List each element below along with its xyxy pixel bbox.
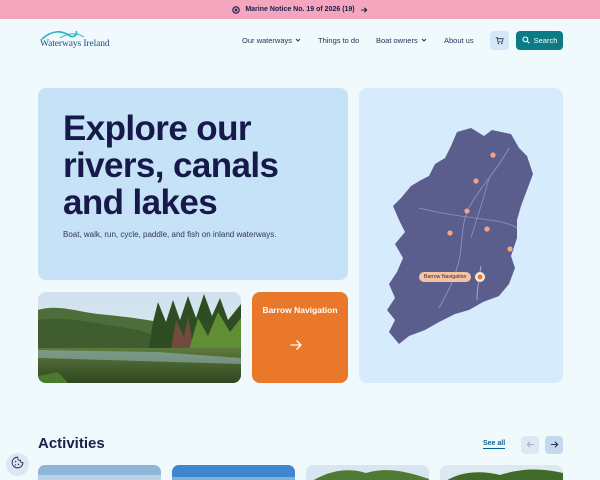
nav-things-to-do[interactable]: Things to do [318,36,359,45]
arrow-right-icon [289,338,303,357]
arrow-right-icon [550,436,559,454]
chevron-down-icon [295,36,301,45]
hero-title: Explore our rivers, canals and lakes [63,109,279,222]
activities-heading: Activities [38,435,105,452]
hero-subtitle: Boat, walk, run, cycle, paddle, and fish… [63,230,277,239]
carousel-next-button[interactable] [545,436,563,454]
warning-icon [232,5,241,14]
activity-card[interactable] [440,465,563,480]
cart-button[interactable] [490,31,509,50]
river-photo[interactable] [38,292,241,383]
hero-card: Explore our rivers, canals and lakes Boa… [38,88,348,280]
marine-notice-bar[interactable]: Marine Notice No. 19 of 2026 (19) [0,0,600,19]
search-icon [522,35,530,46]
nav-about-us[interactable]: About us [444,36,474,45]
barrow-navigation-title: Barrow Navigation [262,305,338,315]
carousel-prev-button[interactable] [521,436,539,454]
cookie-icon [11,456,24,474]
nav-label: Things to do [318,36,360,45]
arrow-left-icon [526,436,535,454]
activity-card[interactable] [38,465,161,480]
site-logo[interactable]: Waterways Ireland [40,28,120,54]
cart-icon [495,32,504,50]
nav-boat-owners[interactable]: Boat owners [376,36,427,45]
nav-label: Our waterways [242,36,293,45]
search-button[interactable]: Search [516,31,563,50]
nav-label: About us [444,36,474,45]
ireland-map-shape [387,128,533,344]
waterways-map[interactable]: Barrow Navigation [359,88,563,383]
map-label-barrow-navigation[interactable]: Barrow Navigation [419,272,472,282]
nav-label: Boat owners [376,36,418,45]
chevron-down-icon [421,36,427,45]
nav-our-waterways[interactable]: Our waterways [242,36,301,45]
activity-card[interactable] [306,465,429,480]
search-button-label: Search [533,36,558,45]
see-all-link[interactable]: See all [483,440,506,449]
logo-text: Waterways Ireland [40,39,110,49]
arrow-right-icon [360,6,368,14]
site-header: Waterways Ireland Our waterways Things t… [0,19,600,67]
barrow-navigation-card[interactable]: Barrow Navigation [252,292,348,383]
cookie-settings-button[interactable] [6,453,29,476]
activity-card[interactable] [172,465,295,480]
marine-notice-link[interactable]: Marine Notice No. 19 of 2026 (19) [245,6,354,13]
